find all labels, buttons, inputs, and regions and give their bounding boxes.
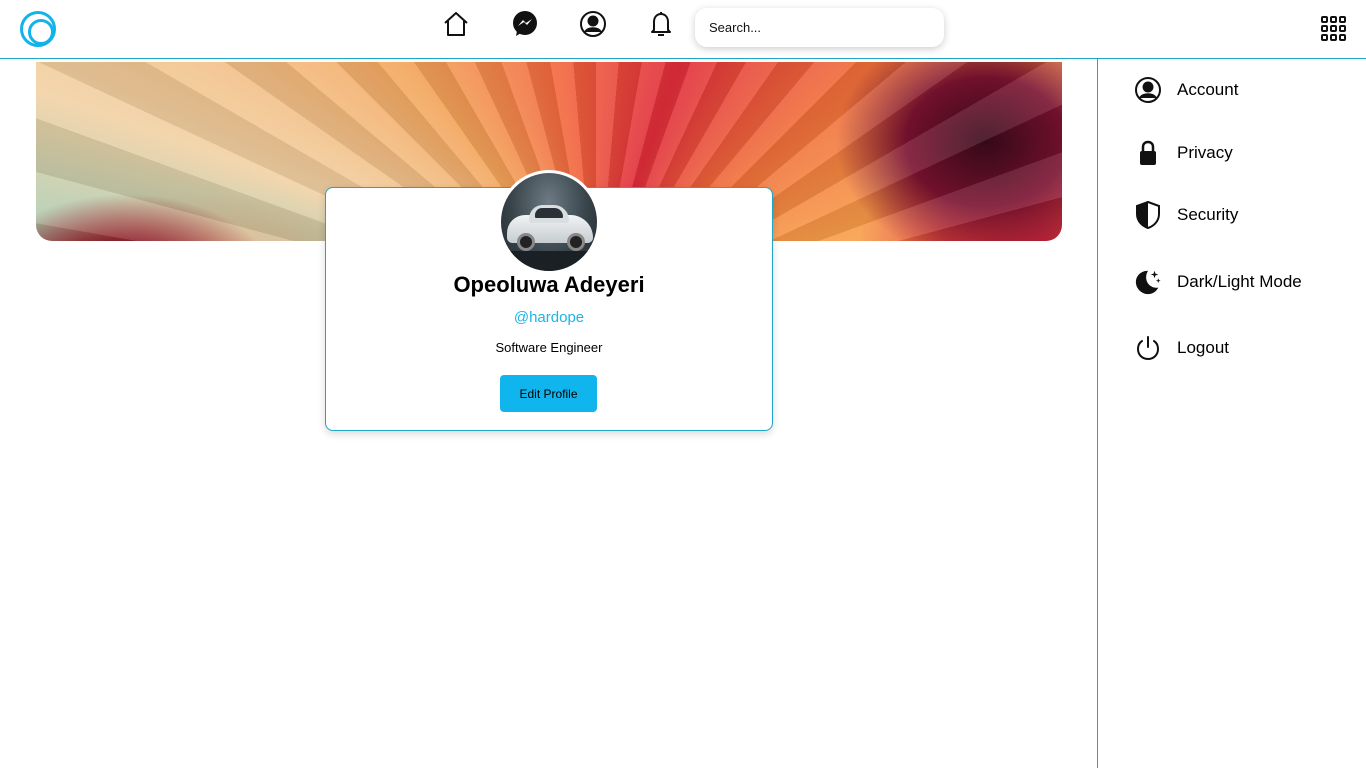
sidebar-item-label: Security [1177, 205, 1239, 224]
sidebar-item-label: Privacy [1177, 143, 1233, 162]
top-navbar [0, 0, 1366, 59]
car-wheel [517, 233, 535, 251]
sidebar-item-label: Dark/Light Mode [1177, 272, 1302, 291]
profile-icon[interactable] [578, 9, 608, 39]
app-logo-icon[interactable] [20, 11, 56, 47]
avatar[interactable] [498, 170, 600, 274]
avatar-ground [501, 251, 597, 271]
profile-name: Opeoluwa Adeyeri [453, 272, 645, 297]
profile-handle[interactable]: @hardope [325, 309, 773, 326]
sidebar-item-label: Logout [1177, 338, 1229, 357]
car-wheel [567, 233, 585, 251]
power-icon [1134, 333, 1162, 363]
shield-icon [1134, 200, 1162, 230]
apps-grid-icon[interactable] [1321, 16, 1346, 41]
moon-stars-icon [1134, 267, 1162, 297]
sidebar-item-account[interactable]: Account [1134, 75, 1238, 105]
lock-icon [1134, 138, 1162, 168]
search-input[interactable] [695, 8, 944, 47]
edit-profile-button[interactable]: Edit Profile [500, 375, 597, 412]
settings-sidebar: Account Privacy Security Dark/Light Mode… [1097, 59, 1366, 768]
sidebar-item-dark-light-mode[interactable]: Dark/Light Mode [1134, 267, 1302, 297]
car-window [535, 208, 563, 218]
bell-icon[interactable] [646, 9, 676, 39]
messenger-icon[interactable] [510, 9, 540, 39]
sidebar-item-privacy[interactable]: Privacy [1134, 138, 1233, 168]
sidebar-item-label: Account [1177, 80, 1239, 99]
home-icon[interactable] [441, 9, 471, 39]
profile-title: Software Engineer [495, 340, 603, 355]
sidebar-item-security[interactable]: Security [1134, 200, 1238, 230]
account-icon [1134, 75, 1162, 105]
sidebar-item-logout[interactable]: Logout [1134, 333, 1229, 363]
